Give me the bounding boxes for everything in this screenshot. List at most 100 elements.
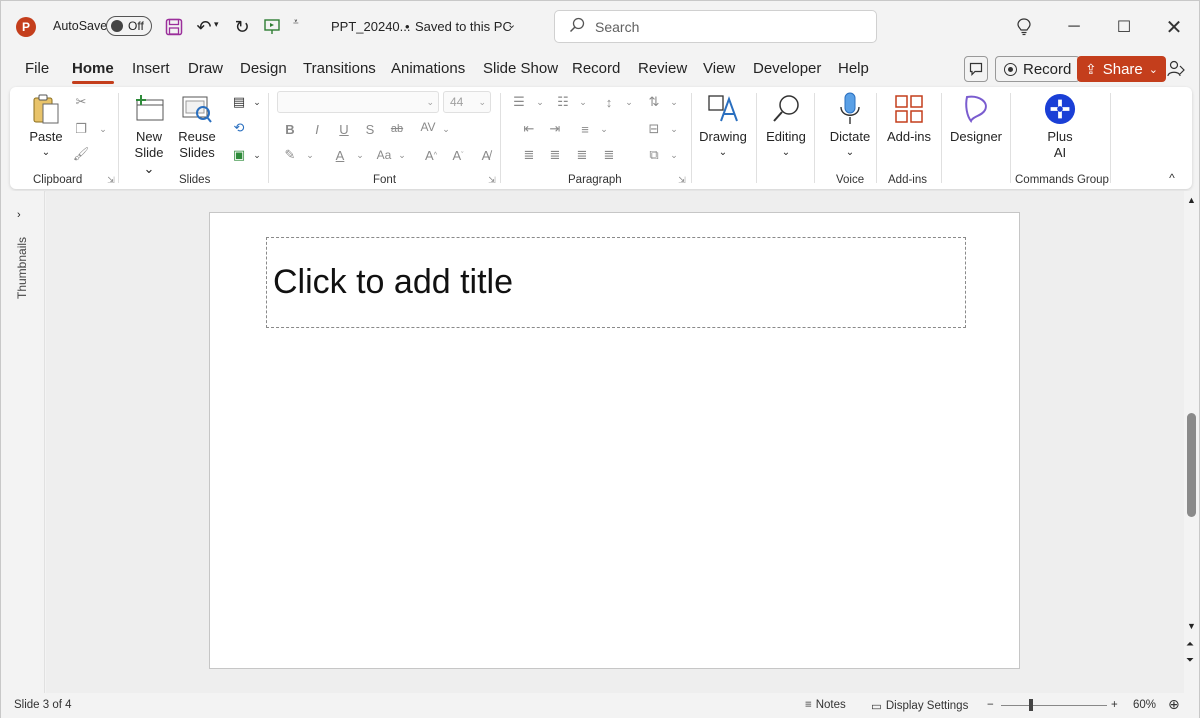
chevron-down-icon[interactable]: ⌄ xyxy=(94,120,112,138)
cut-icon[interactable]: ✂ xyxy=(72,93,90,111)
increase-indent-icon[interactable]: ⇥ xyxy=(546,120,564,138)
italic-icon[interactable]: I xyxy=(308,120,326,138)
undo-dropdown-icon[interactable]: ▾ xyxy=(214,19,219,30)
paste-button[interactable]: Paste ⌄ xyxy=(28,93,64,161)
shrink-font-icon[interactable]: Aˇ xyxy=(449,146,467,164)
addins-button[interactable]: Add-ins xyxy=(883,93,935,145)
chevron-down-icon[interactable]: ⌄ xyxy=(665,146,683,164)
chevron-down-icon[interactable]: ⌄ xyxy=(248,146,266,164)
chevron-down-icon[interactable]: ⌄ xyxy=(574,93,592,111)
font-family-combo[interactable]: ⌄ xyxy=(277,91,439,113)
clear-formatting-icon[interactable]: A̸ xyxy=(477,146,495,164)
text-direction-icon[interactable]: ⇅ xyxy=(645,93,663,111)
zoom-out-icon[interactable]: − xyxy=(987,699,994,711)
chevron-down-icon[interactable]: ⌄ xyxy=(665,120,683,138)
tab-animations[interactable]: Animations xyxy=(391,60,465,77)
underline-icon[interactable]: U xyxy=(335,120,353,138)
tab-review[interactable]: Review xyxy=(638,60,687,77)
drawing-button[interactable]: Drawing ⌄ xyxy=(696,93,750,161)
tab-help[interactable]: Help xyxy=(838,60,869,77)
reuse-slides-button[interactable]: Reuse Slides xyxy=(176,93,218,161)
tab-home[interactable]: Home xyxy=(72,60,114,84)
chevron-down-icon[interactable]: ⌄ xyxy=(351,146,369,164)
align-center-icon[interactable]: ≣ xyxy=(546,146,564,164)
designer-button[interactable]: Designer xyxy=(947,93,1005,145)
comments-button[interactable] xyxy=(964,56,988,82)
chevron-down-icon[interactable]: ⌄ xyxy=(665,93,683,111)
highlight-icon[interactable]: ✎ xyxy=(281,146,299,164)
vertical-scrollbar[interactable]: ▲ ▼ ⏶ ⏷ xyxy=(1184,191,1199,693)
record-button[interactable]: Record xyxy=(995,56,1081,82)
chevron-down-icon[interactable]: ⌄ xyxy=(301,146,319,164)
editing-button[interactable]: Editing ⌄ xyxy=(761,93,811,161)
minimize-icon[interactable]: ─ xyxy=(1062,15,1086,39)
slide[interactable]: Click to add title xyxy=(209,212,1020,669)
copy-icon[interactable]: ❐ xyxy=(72,120,90,138)
save-icon[interactable] xyxy=(163,16,185,38)
search-box[interactable]: Search xyxy=(554,10,877,43)
chevron-down-icon[interactable]: ⌄ xyxy=(531,93,549,111)
chevron-down-icon[interactable]: ⌄ xyxy=(620,93,638,111)
bold-icon[interactable]: B xyxy=(281,120,299,138)
character-spacing-icon[interactable]: AV xyxy=(417,118,439,136)
chevron-down-icon[interactable]: ⌄ xyxy=(437,120,455,138)
share-button[interactable]: ⇪ Share ⌄ xyxy=(1077,56,1166,82)
font-color-icon[interactable]: A xyxy=(331,146,349,164)
thumbnails-label[interactable]: Thumbnails xyxy=(15,237,29,299)
redo-icon[interactable]: ↻ xyxy=(231,16,253,38)
smartart-icon[interactable]: ⧉ xyxy=(645,146,663,164)
shadow-icon[interactable]: S xyxy=(361,120,379,138)
scroll-thumb[interactable] xyxy=(1187,413,1196,517)
format-painter-icon[interactable]: 🖌 xyxy=(72,145,90,163)
dictate-button[interactable]: Dictate ⌄ xyxy=(823,92,877,161)
tab-transitions[interactable]: Transitions xyxy=(303,60,376,77)
dialog-launcher-icon[interactable]: ⇲ xyxy=(673,171,691,189)
chevron-down-icon[interactable]: ⌄ xyxy=(248,93,266,111)
strikethrough-icon[interactable]: ab xyxy=(388,120,406,138)
undo-icon[interactable]: ↶ xyxy=(193,16,215,38)
previous-slide-icon[interactable]: ⏶ xyxy=(1186,639,1194,650)
display-settings-button[interactable]: ▭ Display Settings xyxy=(871,699,968,713)
section-icon[interactable]: ▣ xyxy=(230,146,248,164)
tab-slide-show[interactable]: Slide Show xyxy=(483,60,558,77)
change-case-icon[interactable]: Aa xyxy=(373,146,395,164)
align-text-icon[interactable]: ⊟ xyxy=(645,120,663,138)
expand-thumbnails-icon[interactable]: › xyxy=(17,209,21,221)
tab-file[interactable]: File xyxy=(25,60,49,77)
title-placeholder[interactable]: Click to add title xyxy=(266,237,966,328)
new-slide-button[interactable]: New Slide ⌄ xyxy=(128,93,170,177)
tab-design[interactable]: Design xyxy=(240,60,287,77)
grow-font-icon[interactable]: A ^ xyxy=(422,146,440,164)
bullets-icon[interactable]: ☰ xyxy=(510,93,528,111)
chevron-down-icon[interactable]: ⌄ xyxy=(507,18,516,31)
tab-draw[interactable]: Draw xyxy=(188,60,223,77)
scroll-down-icon[interactable]: ▼ xyxy=(1187,621,1196,631)
zoom-slider[interactable] xyxy=(1001,705,1107,706)
zoom-in-icon[interactable]: + xyxy=(1111,699,1118,711)
tab-developer[interactable]: Developer xyxy=(753,60,821,77)
dialog-launcher-icon[interactable]: ⇲ xyxy=(483,171,501,189)
customize-icon[interactable]: ⩡ xyxy=(293,17,299,28)
autosave-toggle[interactable]: Off xyxy=(106,16,152,36)
zoom-level[interactable]: 60% xyxy=(1133,699,1156,711)
maximize-icon[interactable]: ☐ xyxy=(1112,15,1136,39)
collapse-ribbon-icon[interactable]: ^ xyxy=(1163,169,1181,187)
line-spacing-icon[interactable]: ↕ xyxy=(600,93,618,111)
tab-insert[interactable]: Insert xyxy=(132,60,170,77)
notes-button[interactable]: ≡ Notes xyxy=(805,699,846,711)
align-left-icon[interactable]: ≣ xyxy=(520,146,538,164)
next-slide-icon[interactable]: ⏷ xyxy=(1186,655,1194,666)
layout-icon[interactable]: ▤ xyxy=(230,93,248,111)
tab-view[interactable]: View xyxy=(703,60,735,77)
font-size-combo[interactable]: 44 ⌄ xyxy=(443,91,491,113)
reset-icon[interactable]: ⟲ xyxy=(230,119,248,137)
decrease-indent-icon[interactable]: ⇤ xyxy=(520,120,538,138)
justify-icon[interactable]: ≣ xyxy=(600,146,618,164)
numbering-icon[interactable]: ☷ xyxy=(554,93,572,111)
lightbulb-icon[interactable] xyxy=(1012,15,1036,39)
align-right-icon[interactable]: ≣ xyxy=(573,146,591,164)
scroll-up-icon[interactable]: ▲ xyxy=(1187,195,1196,205)
chevron-down-icon[interactable]: ⌄ xyxy=(393,146,411,164)
fit-slide-icon[interactable]: ⊕ xyxy=(1168,696,1180,713)
tab-record[interactable]: Record xyxy=(572,60,620,77)
